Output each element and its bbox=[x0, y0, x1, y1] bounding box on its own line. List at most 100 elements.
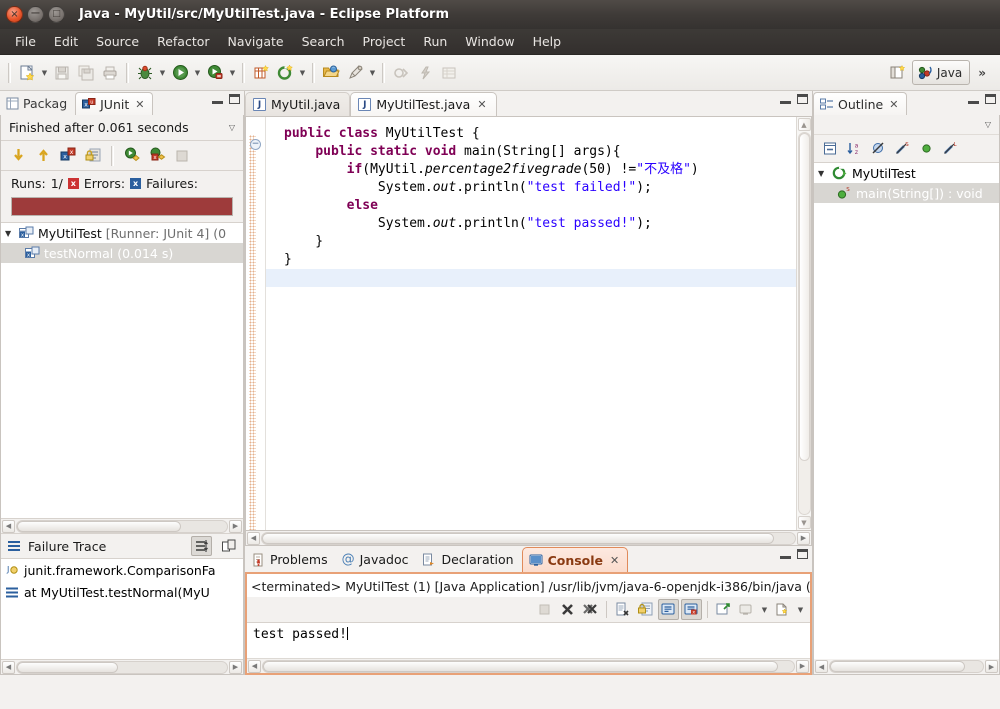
toolbar-grip-5[interactable] bbox=[382, 62, 385, 83]
menu-window[interactable]: Window bbox=[456, 31, 523, 52]
remove-all-terminated-button[interactable] bbox=[580, 599, 601, 620]
menu-refactor[interactable]: Refactor bbox=[148, 31, 218, 52]
new-wizard-button[interactable] bbox=[15, 61, 39, 85]
remove-launch-button[interactable] bbox=[557, 599, 578, 620]
outline-hscroll-thumb[interactable] bbox=[830, 661, 965, 672]
tab-outline[interactable]: Outline ✕ bbox=[813, 92, 908, 115]
menu-navigate[interactable]: Navigate bbox=[219, 31, 293, 52]
next-failure-button[interactable] bbox=[7, 145, 29, 167]
failure-trace-hscrollbar[interactable]: ◀ ▶ bbox=[1, 659, 243, 674]
console-minimize-button[interactable] bbox=[780, 555, 791, 559]
editor-folding-margin[interactable]: − bbox=[246, 117, 266, 530]
console-hscroll-left-arrow[interactable]: ◀ bbox=[248, 659, 261, 673]
junit-tree-row-method[interactable]: x testNormal (0.014 s) bbox=[1, 243, 243, 263]
debug-dropdown[interactable]: ▼ bbox=[157, 61, 168, 85]
run-button[interactable] bbox=[168, 61, 192, 85]
failure-hscroll-left-arrow[interactable]: ◀ bbox=[2, 660, 15, 674]
console-hscroll-thumb[interactable] bbox=[263, 660, 779, 672]
editor-vscroll-up-arrow[interactable]: ▲ bbox=[797, 118, 811, 131]
open-console-button[interactable] bbox=[772, 599, 793, 620]
close-window-button[interactable]: × bbox=[6, 6, 23, 23]
display-selected-console-button[interactable] bbox=[736, 599, 757, 620]
menu-edit[interactable]: Edit bbox=[45, 31, 87, 52]
editor-hscroll-right-arrow[interactable]: ▶ bbox=[797, 531, 810, 545]
minimize-window-button[interactable]: − bbox=[27, 6, 44, 23]
editor-tab-myutil[interactable]: J MyUtil.java bbox=[245, 92, 351, 116]
perspective-java-button[interactable]: Java bbox=[911, 60, 971, 85]
run-dropdown[interactable]: ▼ bbox=[192, 61, 203, 85]
junit-hscroll-right-arrow[interactable]: ▶ bbox=[229, 519, 242, 533]
search-dropdown[interactable]: ▼ bbox=[367, 61, 378, 85]
editor-hscroll-left-arrow[interactable]: ◀ bbox=[247, 531, 260, 545]
terminate-button[interactable] bbox=[534, 599, 555, 620]
toolbar-grip[interactable] bbox=[8, 62, 11, 83]
outline-row-class[interactable]: ▼ MyUtilTest bbox=[814, 163, 999, 183]
junit-minimize-button[interactable] bbox=[212, 100, 223, 104]
outline-row-method[interactable]: S main(String[]) : void bbox=[814, 183, 999, 203]
outline-hscroll-track[interactable] bbox=[829, 660, 984, 673]
compare-result-button[interactable] bbox=[218, 536, 239, 556]
pin-console-button[interactable] bbox=[713, 599, 734, 620]
failure-hscroll-track[interactable] bbox=[16, 660, 228, 674]
junit-tree-hscrollbar[interactable]: ◀ ▶ bbox=[1, 518, 243, 533]
sort-button[interactable]: a z bbox=[844, 139, 864, 159]
outline-hscrollbar[interactable]: ◀ ▶ bbox=[814, 659, 999, 674]
toolbar-grip-3[interactable] bbox=[242, 62, 245, 83]
hide-nonpublic-button[interactable] bbox=[916, 139, 936, 159]
outline-minimize-button[interactable] bbox=[968, 100, 979, 104]
editor-tab-myutiltest[interactable]: J MyUtilTest.java ✕ bbox=[350, 92, 497, 116]
tab-console[interactable]: Console ✕ bbox=[521, 547, 629, 572]
tab-declaration[interactable]: Declaration bbox=[416, 547, 521, 572]
junit-view-menu-button[interactable]: ▽ bbox=[229, 123, 235, 132]
toolbar-overflow-button[interactable]: » bbox=[972, 66, 992, 80]
previous-annotation-button[interactable] bbox=[389, 61, 413, 85]
show-console-on-output-button[interactable] bbox=[658, 599, 679, 620]
editor-hscroll-track[interactable] bbox=[261, 531, 796, 545]
external-tools-button[interactable] bbox=[203, 61, 227, 85]
next-annotation-button[interactable] bbox=[413, 61, 437, 85]
scroll-lock-button[interactable] bbox=[635, 599, 656, 620]
new-java-class-button[interactable] bbox=[273, 61, 297, 85]
menu-file[interactable]: File bbox=[6, 31, 45, 52]
tab-javadoc[interactable]: @ Javadoc bbox=[336, 547, 417, 572]
editor-tab-close-icon[interactable]: ✕ bbox=[477, 98, 486, 111]
junit-hscroll-track[interactable] bbox=[16, 519, 228, 533]
editor-maximize-button[interactable] bbox=[797, 94, 808, 104]
editor-minimize-button[interactable] bbox=[780, 100, 791, 104]
editor-vscrollbar[interactable]: ▲ ▼ bbox=[796, 117, 811, 530]
editor-vscroll-thumb[interactable] bbox=[798, 133, 810, 461]
show-failures-only-button[interactable]: x x bbox=[57, 145, 79, 167]
rerun-failed-tests-button[interactable]: x bbox=[146, 145, 168, 167]
source-code-text[interactable]: public class MyUtilTest { public static … bbox=[266, 117, 796, 530]
outline-view-menu-button[interactable]: ▽ bbox=[985, 120, 991, 129]
save-button[interactable] bbox=[50, 61, 74, 85]
tab-problems[interactable]: Problems bbox=[245, 547, 336, 572]
console-hscroll-track[interactable] bbox=[262, 659, 795, 673]
console-output[interactable]: test passed! bbox=[247, 623, 810, 658]
show-console-on-error-button[interactable]: x bbox=[681, 599, 702, 620]
outline-hscroll-right-arrow[interactable]: ▶ bbox=[985, 660, 998, 673]
external-tools-dropdown[interactable]: ▼ bbox=[227, 61, 238, 85]
open-type-button[interactable] bbox=[319, 61, 343, 85]
console-hscroll-right-arrow[interactable]: ▶ bbox=[796, 659, 809, 673]
toggle-block-selection-button[interactable] bbox=[437, 61, 461, 85]
toolbar-grip-2[interactable] bbox=[126, 62, 129, 83]
junit-tree-row-class[interactable]: ▼ x MyUtilTest [Runner: JUnit 4] (0 bbox=[1, 223, 243, 243]
outline-hscroll-left-arrow[interactable]: ◀ bbox=[815, 660, 828, 673]
tab-junit[interactable]: x u JUnit ✕ bbox=[75, 92, 154, 115]
editor-hscrollbar[interactable]: ◀ ▶ bbox=[245, 531, 812, 546]
toolbar-grip-4[interactable] bbox=[312, 62, 315, 83]
editor-hscroll-thumb[interactable] bbox=[262, 532, 774, 544]
editor-vscroll-down-arrow[interactable]: ▼ bbox=[797, 516, 811, 529]
hide-local-types-button[interactable]: L bbox=[940, 139, 960, 159]
menu-search[interactable]: Search bbox=[293, 31, 354, 52]
scroll-lock-button[interactable] bbox=[82, 145, 104, 167]
tab-console-close-icon[interactable]: ✕ bbox=[610, 554, 619, 567]
display-selected-console-dropdown[interactable]: ▼ bbox=[759, 598, 770, 622]
save-all-button[interactable] bbox=[74, 61, 98, 85]
search-button[interactable] bbox=[343, 61, 367, 85]
menu-project[interactable]: Project bbox=[354, 31, 415, 52]
new-wizard-dropdown[interactable]: ▼ bbox=[39, 61, 50, 85]
print-button[interactable] bbox=[98, 61, 122, 85]
tab-outline-close-icon[interactable]: ✕ bbox=[889, 98, 898, 111]
